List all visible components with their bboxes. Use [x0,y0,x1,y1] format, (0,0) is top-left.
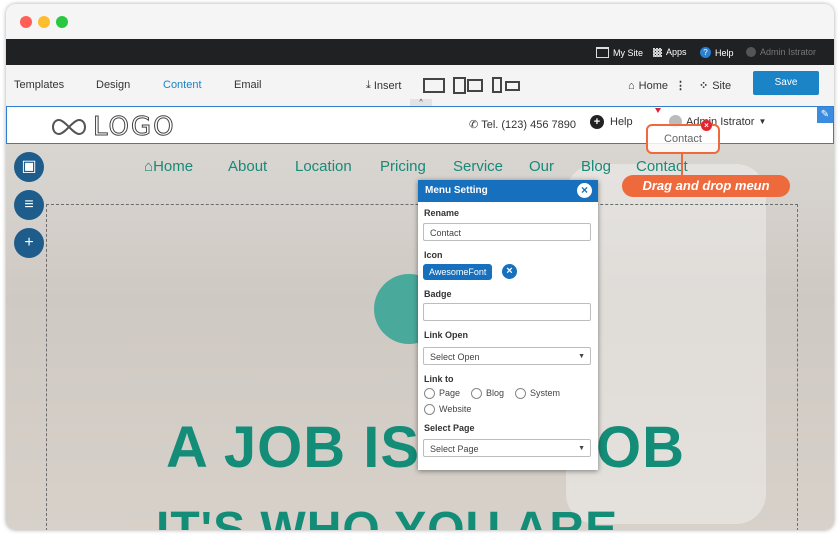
site-map-button[interactable]: ⁘ Site [699,79,731,93]
nav-item-blog[interactable]: Blog [581,158,611,175]
hero-heading-left: A JOB IS [166,415,421,480]
insert-button[interactable]: ⤓ Insert [366,79,401,92]
nav-item-about[interactable]: About [228,158,267,175]
infinity-icon [52,118,86,136]
home-page-selector[interactable]: ⌂ Home ⋮ [628,79,686,93]
floppy-icon: ▣ [21,158,37,175]
close-window-button[interactable] [20,16,32,28]
panel-header: Menu Setting × [418,180,598,202]
admin-bar: My Site Apps ? Help Admin Istrator [6,39,834,65]
tab-content[interactable]: Content [163,79,202,91]
link-open-select[interactable]: Select Open ▼ [423,347,591,365]
apps-link[interactable]: Apps [653,47,687,57]
tablet-view-icon[interactable] [453,77,466,94]
nav-item-service[interactable]: Service [453,158,503,175]
radio-system[interactable] [515,388,526,399]
icon-chip[interactable]: AwesomeFont [423,264,493,280]
nav-item-contact[interactable]: Contact [636,158,688,175]
menu-setting-panel: Menu Setting × Rename Contact Icon Aweso… [418,180,598,470]
hero-heading-right: OB [596,415,685,480]
close-panel-icon[interactable]: × [577,183,592,198]
nav-item-our[interactable]: Our [529,158,554,175]
nav-item-home[interactable]: ⌂Home [144,158,193,175]
home-icon: ⌂ [144,158,154,175]
dropdown-arrow-icon: ▼ [578,445,585,452]
phone-number: ✆ Tel. (123) 456 7890 [469,118,577,132]
phone-icon: ✆ [469,119,479,131]
link-to-label: Link to [424,374,454,384]
radio-website[interactable] [424,404,435,415]
add-block-button[interactable]: + [14,228,44,258]
remove-item-icon[interactable]: × [701,120,712,131]
save-layout-button[interactable]: ▣ [14,152,44,182]
help-icon: ? [700,47,711,58]
radio-blog[interactable] [471,388,482,399]
select-page-label: Select Page [424,423,475,433]
sitemap-icon: ⁘ [699,80,709,92]
plus-icon: + [24,234,34,251]
edit-list-icon: ≡ [24,196,34,213]
admin-user-menu[interactable]: Admin Istrator [746,47,816,57]
desktop-view-icon[interactable] [423,78,445,93]
avatar-icon [746,47,756,57]
collapse-toolbar-icon[interactable]: ^ [410,99,432,106]
title-bar [6,4,834,39]
edit-list-button[interactable]: ≡ [14,190,44,220]
site-logo[interactable]: LOGO [49,112,176,143]
my-site-link[interactable]: My Site [596,47,643,58]
mobile-view-icon[interactable] [492,77,502,93]
radio-page[interactable] [424,388,435,399]
tab-email[interactable]: Email [234,79,262,91]
hero-subheading: IT'S WHO YOU ARE [156,503,619,530]
nav-item-location[interactable]: Location [295,158,352,175]
browser-icon [596,47,609,58]
tab-design[interactable]: Design [96,79,130,91]
editor-toolbar: Templates Design Content Email ⤓ Insert … [6,65,834,106]
more-vertical-icon: ⋮ [675,80,686,92]
link-open-label: Link Open [424,330,469,340]
caret-down-icon: ▼ [758,117,767,126]
nav-item-pricing[interactable]: Pricing [380,158,426,175]
drag-drop-callout: Drag and drop meun [622,175,790,197]
dropdown-arrow-icon: ▼ [578,353,585,360]
rename-label: Rename [424,208,460,218]
home-icon: ⌂ [628,79,635,92]
minimize-window-button[interactable] [38,16,50,28]
badge-input[interactable] [423,303,591,321]
download-icon: ⤓ [366,79,371,91]
icon-label: Icon [424,250,443,260]
clear-icon-button[interactable]: × [502,264,517,279]
callout-connector [681,154,683,176]
select-page-select[interactable]: Select Page ▼ [423,439,591,457]
rename-input[interactable]: Contact [423,223,591,241]
tablet-landscape-view-icon[interactable] [467,79,483,92]
dragged-menu-item[interactable]: Contact × [646,120,720,154]
tab-templates[interactable]: Templates [14,79,64,91]
edit-pencil-icon[interactable]: ✎ [817,107,833,123]
maximize-window-button[interactable] [56,16,68,28]
save-button[interactable]: Save [753,71,819,95]
badge-label: Badge [424,289,452,299]
help-link[interactable]: ? Help [700,47,734,58]
mobile-landscape-view-icon[interactable] [505,81,520,91]
header-help-button[interactable]: + Help [590,115,633,129]
plus-circle-icon: + [590,115,604,129]
grid-icon [653,47,662,57]
drop-indicator-icon [655,108,661,113]
